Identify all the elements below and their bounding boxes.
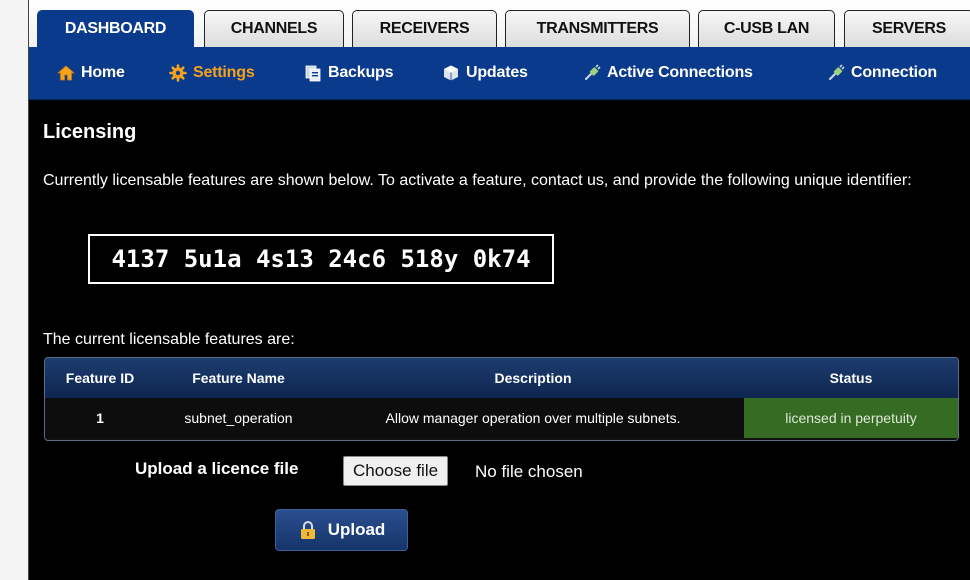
nav-settings-label: Settings [193, 64, 255, 81]
cell-feature-name: subnet_operation [184, 410, 293, 426]
table-header: Feature ID Feature Name Description Stat… [45, 358, 958, 398]
features-heading: The current licensable features are: [43, 331, 295, 348]
gear-icon [169, 64, 187, 82]
nav-home[interactable]: Home [57, 47, 125, 99]
column-description: Description [494, 370, 572, 386]
sub-navigation: Home Settings Backups Updates Active Con… [29, 47, 970, 100]
licensing-description: Currently licensable features are shown … [43, 172, 912, 189]
plug-icon [828, 64, 845, 81]
features-table: Feature ID Feature Name Description Stat… [44, 357, 959, 441]
upload-licence-label: Upload a licence file [135, 459, 299, 478]
cube-icon [444, 65, 458, 81]
lock-icon [300, 521, 315, 539]
plug-icon [584, 64, 601, 81]
tab-channels[interactable]: CHANNELS [204, 10, 344, 47]
page-title: Licensing [43, 121, 137, 143]
tab-dashboard[interactable]: DASHBOARD [37, 10, 194, 47]
tab-c-usb-lan[interactable]: C-USB LAN [698, 10, 835, 47]
cell-status: licensed in perpetuity [744, 398, 958, 438]
column-status: Status [829, 370, 873, 386]
nav-home-label: Home [81, 64, 125, 81]
nav-backups-label: Backups [328, 64, 394, 81]
nav-backups[interactable]: Backups [304, 47, 393, 99]
tab-transmitters[interactable]: TRANSMITTERS [505, 10, 690, 47]
backup-icon [305, 65, 321, 82]
tab-servers[interactable]: SERVERS [844, 10, 970, 47]
home-icon [57, 65, 75, 81]
column-feature-name: Feature Name [192, 370, 285, 386]
choose-file-button[interactable]: Choose file [343, 456, 449, 486]
tab-receivers[interactable]: RECEIVERS [352, 10, 497, 47]
nav-active-connections-label: Active Connections [607, 64, 753, 81]
unique-identifier: 4137 5u1a 4s13 24c6 518y 0k74 [88, 234, 554, 284]
cell-description: Allow manager operation over multiple su… [385, 410, 681, 426]
nav-connection[interactable]: Connection [827, 47, 937, 99]
main-tab-bar: DASHBOARD CHANNELS RECEIVERS TRANSMITTER… [29, 0, 970, 47]
nav-connection-label: Connection [851, 64, 937, 81]
table-row: 1 subnet_operation Allow manager operati… [45, 398, 958, 438]
nav-updates[interactable]: Updates [442, 47, 528, 99]
file-status-text: No file chosen [475, 462, 583, 481]
nav-active-connections[interactable]: Active Connections [583, 47, 753, 99]
nav-updates-label: Updates [466, 64, 528, 81]
column-feature-id: Feature ID [65, 370, 135, 386]
nav-settings[interactable]: Settings [169, 47, 255, 99]
cell-feature-id: 1 [96, 410, 104, 426]
upload-button-label: Upload [327, 520, 386, 539]
upload-button[interactable]: Upload [275, 509, 408, 551]
app-window: DASHBOARD CHANNELS RECEIVERS TRANSMITTER… [28, 0, 970, 580]
